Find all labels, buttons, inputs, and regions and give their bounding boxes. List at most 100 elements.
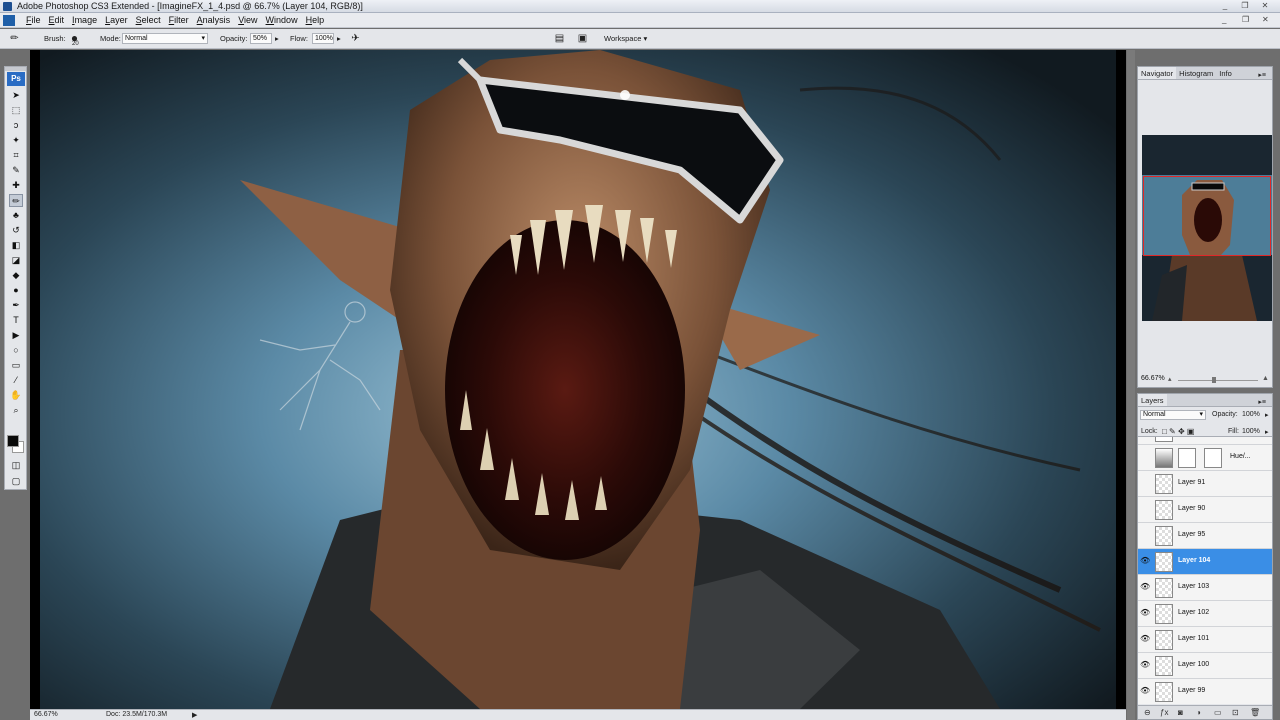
link-layers-icon[interactable]: ⊖ — [1144, 708, 1151, 717]
eye-icon[interactable]: 👁 — [1140, 686, 1150, 696]
visibility-toggle[interactable] — [1140, 530, 1150, 540]
menu-select[interactable]: Select — [132, 15, 165, 25]
menu-analysis[interactable]: Analysis — [193, 15, 235, 25]
layer-opacity-arrow-icon[interactable]: ▸ — [1265, 411, 1269, 419]
eraser-icon[interactable]: ◧ — [9, 239, 23, 252]
new-layer-icon[interactable]: ⊡ — [1232, 708, 1239, 717]
menu-view[interactable]: View — [234, 15, 261, 25]
menu-help[interactable]: Help — [302, 15, 329, 25]
layer-opacity-value[interactable]: 100% — [1242, 411, 1260, 418]
layers-panel-menu-icon[interactable]: ▸≡ — [1255, 396, 1269, 408]
opacity-slider-arrow-icon[interactable]: ▸ — [275, 34, 279, 43]
lasso-icon[interactable]: ↄ — [9, 119, 23, 132]
restore-button[interactable]: ❐ — [1238, 1, 1252, 11]
layer-row[interactable]: Layer 95 — [1138, 523, 1272, 549]
layer-row[interactable]: Layer 91 — [1138, 471, 1272, 497]
flow-input[interactable]: 100% — [312, 33, 334, 44]
marquee-icon[interactable]: ⬚ — [9, 104, 23, 117]
menu-window[interactable]: Window — [262, 15, 302, 25]
eye-icon[interactable]: 👁 — [1140, 556, 1150, 566]
hand-icon[interactable]: ✋ — [9, 389, 23, 402]
notes-icon[interactable]: ▭ — [9, 359, 23, 372]
layer-row-partial[interactable] — [1138, 437, 1272, 445]
fill-value[interactable]: 100% — [1242, 428, 1260, 435]
layer-row[interactable]: 👁 Layer 104 — [1138, 549, 1272, 575]
workspace-menu[interactable]: Workspace ▾ — [604, 34, 647, 43]
clone-stamp-icon[interactable]: ♣ — [9, 209, 23, 222]
menu-filter[interactable]: Filter — [165, 15, 193, 25]
mode-select[interactable]: Normal ▾ — [122, 33, 208, 44]
slice-icon[interactable]: ✎ — [9, 164, 23, 177]
eye-icon[interactable]: 👁 — [1140, 608, 1150, 618]
history-brush-icon[interactable]: ↺ — [9, 224, 23, 237]
visibility-toggle[interactable] — [1140, 452, 1150, 462]
crop-icon[interactable]: ⌗ — [9, 149, 23, 162]
blend-mode-select[interactable]: Normal ▾ — [1140, 410, 1206, 420]
menu-file[interactable]: File — [22, 15, 45, 25]
navigator-thumbnail[interactable] — [1142, 135, 1272, 321]
tool-preset-brush-icon[interactable]: ✏ — [8, 32, 21, 45]
tab-layers[interactable]: Layers — [1138, 394, 1167, 406]
visibility-toggle[interactable] — [1140, 504, 1150, 514]
magic-wand-icon[interactable]: ✦ — [9, 134, 23, 147]
pen-icon[interactable]: ✒ — [9, 299, 23, 312]
menu-layer[interactable]: Layer — [101, 15, 132, 25]
layer-mask-icon[interactable]: ◙ — [1178, 708, 1183, 717]
eye-icon[interactable]: 👁 — [1140, 634, 1150, 644]
layer-style-icon[interactable]: ƒx — [1160, 708, 1168, 717]
tools-panel-header[interactable] — [5, 67, 26, 71]
navigator-zoom-value[interactable]: 66.67% — [1141, 375, 1165, 382]
zoom-icon[interactable]: ⌕ — [9, 404, 23, 417]
navigator-view-frame[interactable] — [1143, 176, 1271, 256]
navigator-zoom-slider[interactable] — [1178, 377, 1258, 383]
layer-row[interactable]: 👁 Layer 102 — [1138, 601, 1272, 627]
foreground-color-swatch[interactable] — [7, 435, 19, 447]
shape-icon[interactable]: ○ — [9, 344, 23, 357]
brush-icon[interactable]: ✏ — [9, 194, 23, 207]
adjustment-layer-row[interactable]: Hue/... — [1138, 445, 1272, 471]
quick-mask-icon[interactable]: ◫ — [9, 459, 23, 472]
zoom-out-icon[interactable]: ▴ — [1168, 375, 1172, 383]
lock-icons[interactable]: □ ✎ ✥ ▣ — [1162, 427, 1194, 436]
visibility-toggle[interactable] — [1140, 478, 1150, 488]
layer-row[interactable]: 👁 Layer 103 — [1138, 575, 1272, 601]
healing-brush-icon[interactable]: ✚ — [9, 179, 23, 192]
panel-menu-icon[interactable]: ▸≡ — [1255, 69, 1269, 81]
opacity-input[interactable]: 50% — [250, 33, 272, 44]
minimize-button[interactable]: _ — [1218, 1, 1232, 11]
group-icon[interactable]: ▭ — [1214, 708, 1222, 717]
move-icon[interactable]: ➤ — [9, 89, 23, 102]
eye-icon[interactable]: 👁 — [1140, 660, 1150, 670]
dodge-icon[interactable]: ● — [9, 284, 23, 297]
layer-row[interactable]: 👁 Layer 99 — [1138, 679, 1272, 704]
path-selection-icon[interactable]: ▶ — [9, 329, 23, 342]
flow-slider-arrow-icon[interactable]: ▸ — [337, 34, 341, 43]
document-canvas-area[interactable] — [30, 50, 1126, 709]
layer-row[interactable]: 👁 Layer 100 — [1138, 653, 1272, 679]
menu-edit[interactable]: Edit — [45, 15, 69, 25]
tab-navigator[interactable]: Navigator — [1138, 67, 1177, 79]
layer-row[interactable]: 👁 Layer 101 — [1138, 627, 1272, 653]
adjustment-layer-icon[interactable]: ◑ — [1196, 708, 1201, 717]
status-menu-arrow-icon[interactable]: ▶ — [192, 711, 197, 719]
zoom-in-icon[interactable]: ▲ — [1262, 375, 1269, 382]
trash-icon[interactable]: 🗑 — [1250, 708, 1260, 717]
eye-icon[interactable]: 👁 — [1140, 582, 1150, 592]
bridge-icon[interactable]: ▣ — [576, 32, 589, 45]
painting-canvas[interactable] — [40, 50, 1116, 709]
zoom-slider-knob[interactable] — [1212, 377, 1216, 383]
layer-list[interactable]: Hue/... Layer 91 Layer 90 Layer 95 👁 Layer 1… — [1138, 436, 1272, 704]
paint-bucket-icon[interactable]: ◪ — [9, 254, 23, 267]
fill-arrow-icon[interactable]: ▸ — [1265, 428, 1269, 436]
type-icon[interactable]: T — [9, 314, 23, 327]
doc-restore-button[interactable]: ❐ — [1242, 15, 1249, 24]
airbrush-icon[interactable]: ✈ — [349, 32, 362, 45]
blur-icon[interactable]: ◆ — [9, 269, 23, 282]
status-zoom[interactable]: 66.67% — [34, 711, 58, 718]
palette-well-icon[interactable]: ▤ — [553, 32, 566, 45]
screen-mode-icon[interactable]: ▢ — [9, 475, 23, 488]
doc-close-button[interactable]: ✕ — [1262, 15, 1269, 24]
tab-histogram[interactable]: Histogram — [1176, 67, 1216, 79]
tab-info[interactable]: Info — [1216, 67, 1235, 79]
menu-image[interactable]: Image — [68, 15, 101, 25]
